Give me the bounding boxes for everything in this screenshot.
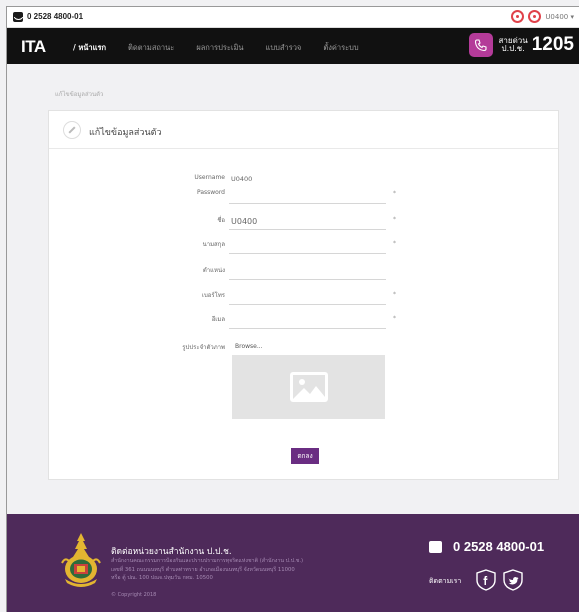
nav-item-settings[interactable]: ตั้งค่าระบบ [323,42,358,54]
first-name-field[interactable]: U0400 [229,212,386,230]
user-menu[interactable]: U0400 ▾ [545,13,574,21]
nav-item-tracking[interactable]: ติดตามสถานะ [128,42,174,54]
email-label: อีเมล [211,316,225,323]
position-label: ตำแหน่ง [202,267,225,274]
last-name-label: นามสกุล [202,241,225,248]
nav-item-survey[interactable]: แบบสำรวจ [266,42,302,54]
position-field[interactable] [229,262,386,280]
required-mark: * [393,190,396,197]
required-mark: * [393,216,396,223]
copyright: © Copyright 2018 [111,592,157,598]
main-nav: / หน้าแรก ติดตามสถานะ ผลการประเมิน แบบสำ… [73,42,381,54]
account-area: U0400 ▾ [511,10,574,23]
nav-item-results[interactable]: ผลการประเมิน [196,42,243,54]
notification-icon[interactable] [511,10,525,23]
email-field[interactable] [229,311,386,329]
footer-phone: 0 2528 4800-01 [429,539,544,554]
last-name-field[interactable] [229,236,386,254]
submit-button[interactable]: ตกลง [291,448,319,464]
hotline-label-line2: ป.ป.ช. [501,44,525,53]
password-row: Password * [49,186,560,204]
phone-icon [429,540,442,553]
address-line: เลขที่ 361 ถนนนนทบุรี ตำบลท่าทราย อำเภอเ… [111,566,295,573]
hotline: สายด่วน ป.ป.ช. 1205 [468,33,574,57]
username-label: Username [194,174,225,181]
first-name-row: ชื่อ U0400 * [49,212,560,230]
phone-field[interactable] [229,287,386,305]
site-logo[interactable]: ITA [21,37,46,57]
address-line: หรือ ตู้ ปณ. 100 ปณจ.ปทุมวัน กทม. 10500 [111,575,213,581]
required-mark: * [393,315,396,322]
footer-phone-number: 0 2528 4800-01 [453,539,545,554]
phone-label: เบอร์โทร [201,292,225,299]
site-footer: ติดต่อหน่วยงานสำนักงาน ป.ป.ช. สำนักงานคณ… [7,514,579,612]
card-title: แก้ไขข้อมูลส่วนตัว [89,128,162,138]
pencil-icon [63,121,81,139]
profile-edit-card: แก้ไขข้อมูลส่วนตัว Username U0400 Passwo… [48,110,559,480]
hotline-number: 1205 [531,34,574,55]
nav-item-home[interactable]: / หน้าแรก [73,42,106,54]
follow-label: ติดตามเรา [429,577,462,585]
password-label: Password [196,189,225,196]
photo-label: รูปประจำตัวภาพ [182,344,225,351]
hotline-label: สายด่วน ป.ป.ช. [499,37,528,53]
alert-icon[interactable] [528,10,542,23]
phone-row: เบอร์โทร * [49,287,560,305]
top-phone-number: 0 2528 4800-01 [27,12,84,21]
breadcrumb: แก้ไขข้อมูลส่วนตัว [55,91,104,98]
twitter-icon[interactable] [502,569,524,591]
card-header: แก้ไขข้อมูลส่วนตัว [49,111,558,149]
address-line: สำนักงานคณะกรรมการป้องกันและปราบปรามการท… [111,558,304,564]
required-mark: * [393,291,396,298]
top-utility-bar: 0 2528 4800-01 U0400 ▾ [7,7,579,28]
email-row: อีเมล * [49,311,560,329]
phone-icon [13,12,23,22]
required-mark: * [393,240,396,247]
phone-call-icon [468,33,493,57]
main-navbar: ITA / หน้าแรก ติดตามสถานะ ผลการประเมิน แ… [7,28,579,64]
last-name-row: นามสกุล * [49,236,560,254]
image-icon [289,372,328,402]
profile-image-placeholder[interactable] [232,355,385,419]
password-field[interactable] [229,186,386,204]
page-frame: 0 2528 4800-01 U0400 ▾ ITA / หน้าแรก ติด… [6,6,579,612]
first-name-label: ชื่อ [217,217,225,224]
browse-button[interactable]: Browse... [235,343,263,350]
facebook-icon[interactable] [475,569,497,591]
position-row: ตำแหน่ง [49,262,560,280]
nacc-seal-logo [61,533,101,587]
footer-address: สำนักงานคณะกรรมการป้องกันและปราบปรามการท… [111,557,303,583]
footer-org-name: ติดต่อหน่วยงานสำนักงาน ป.ป.ช. [111,547,232,557]
